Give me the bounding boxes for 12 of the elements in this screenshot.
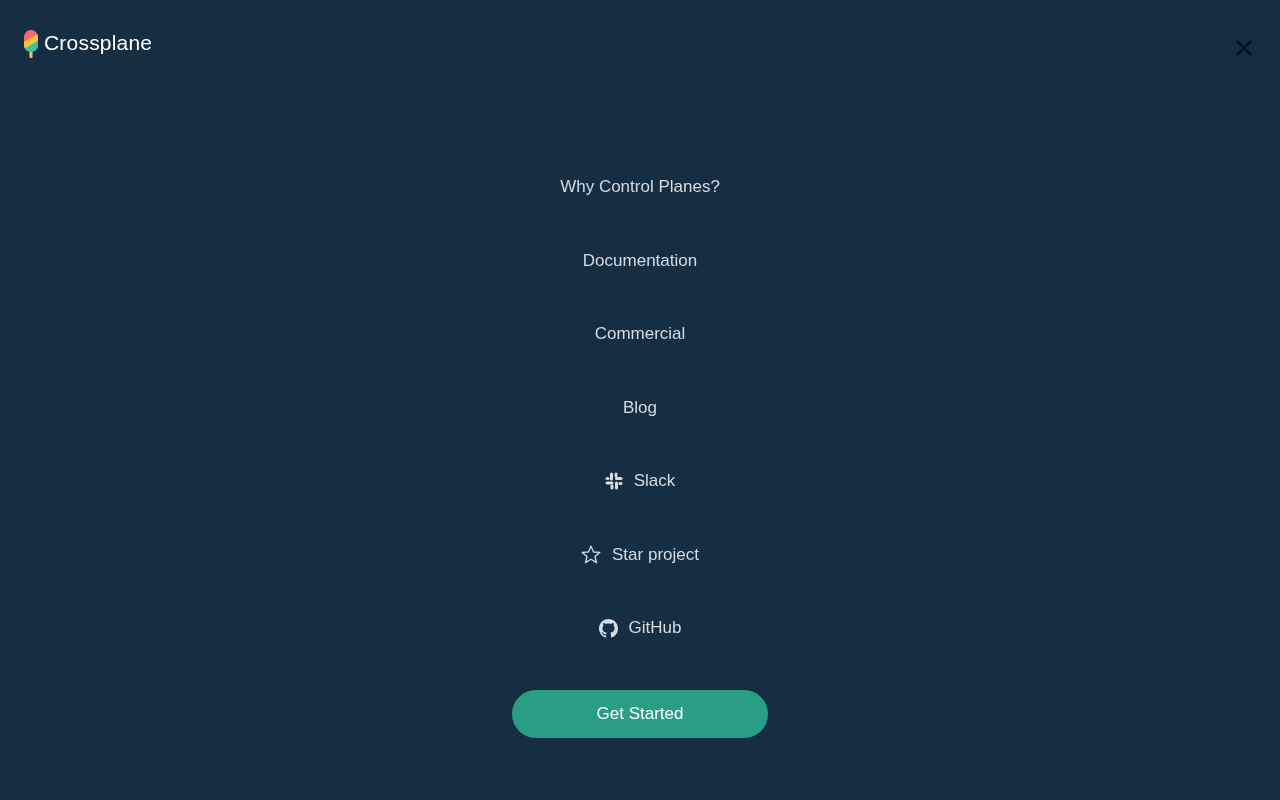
popsicle-icon[interactable] xyxy=(24,30,38,58)
nav-link[interactable]: GitHub xyxy=(598,616,682,640)
star-icon xyxy=(581,545,602,564)
nav-link[interactable]: Documentation xyxy=(582,248,698,273)
nav-link[interactable]: Slack xyxy=(604,469,676,493)
nav-link[interactable]: Blog xyxy=(623,395,657,420)
nav-link[interactable]: Why Control Planes? xyxy=(560,175,720,199)
logo-text[interactable]: Crossplane xyxy=(44,30,153,56)
cat-silhouette-icon xyxy=(598,618,618,638)
nav-link[interactable]: Commercial xyxy=(594,322,686,346)
nav-link[interactable]: Star project xyxy=(581,542,699,567)
hash-icon xyxy=(604,472,623,490)
